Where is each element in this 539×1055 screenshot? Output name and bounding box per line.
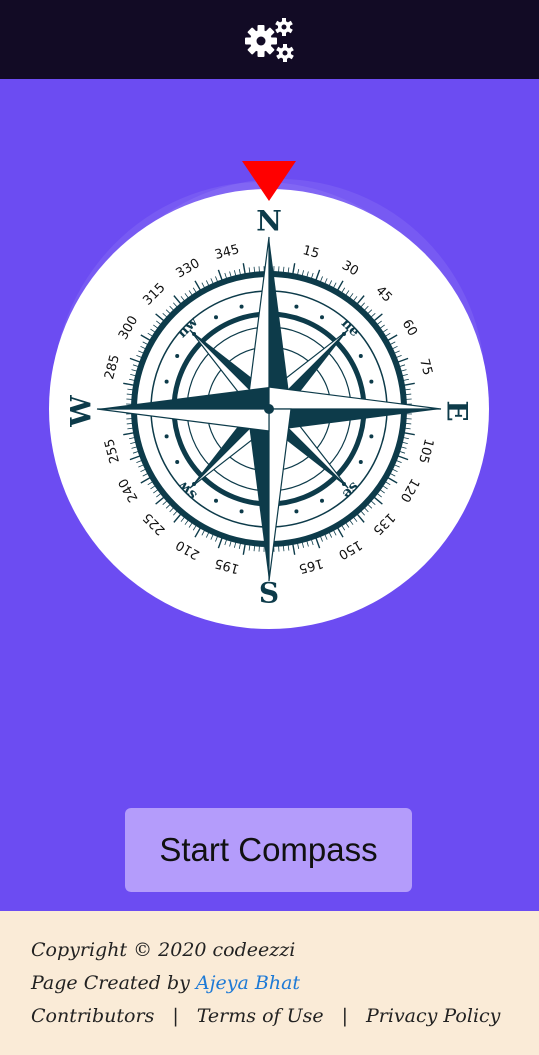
ring-dot — [369, 379, 374, 384]
terms-of-use-link[interactable]: Terms of Use — [197, 1005, 324, 1027]
author-link[interactable]: Ajeya Bhat — [196, 972, 300, 994]
separator: | — [341, 1005, 348, 1027]
copyright-text: Copyright © 2020 codeezzi — [31, 939, 296, 961]
ring-dot — [214, 315, 218, 320]
ring-dot — [358, 354, 363, 358]
center-pin — [264, 404, 274, 414]
ring-dot — [320, 315, 324, 320]
ring-dot — [175, 354, 180, 358]
privacy-policy-link[interactable]: Privacy Policy — [366, 1005, 500, 1027]
main-area: 15 30 45 60 75 105 120 135 150 165 195 210 225 240 255… — [0, 79, 539, 911]
contributors-link[interactable]: Contributors — [31, 1005, 154, 1027]
ring-dot — [239, 509, 244, 514]
compass: 15 30 45 60 75 105 120 135 150 165 195 210 225 240 255… — [40, 159, 500, 629]
footer-links: Contributors | Terms of Use | Privacy Policy — [31, 1005, 500, 1027]
ring-dot — [369, 434, 374, 439]
ring-dot — [164, 379, 169, 384]
created-by-line: Page Created by Ajeya Bhat — [31, 972, 300, 994]
separator: | — [172, 1005, 179, 1027]
ring-dot — [294, 304, 299, 309]
start-compass-button[interactable]: Start Compass — [125, 808, 412, 892]
ring-dot — [358, 460, 363, 464]
settings-button[interactable] — [242, 12, 298, 68]
gears-icon — [244, 17, 294, 62]
compass-dial: 1530456075105120135150165195210225240255… — [49, 161, 489, 629]
ring-dot — [175, 460, 180, 464]
created-by-label: Page Created by — [31, 972, 196, 994]
ring-dot — [320, 498, 324, 503]
footer: Copyright © 2020 codeezzi Page Created b… — [0, 911, 539, 1055]
cardinal-label: W — [65, 395, 98, 428]
cardinal-label: E — [441, 400, 474, 421]
ring-dot — [214, 498, 218, 503]
ring-dot — [164, 434, 169, 439]
cardinal-label: N — [256, 205, 282, 238]
ring-dot — [294, 509, 299, 514]
cardinal-label: S — [259, 577, 279, 610]
top-bar — [0, 0, 539, 79]
ring-dot — [239, 304, 244, 309]
